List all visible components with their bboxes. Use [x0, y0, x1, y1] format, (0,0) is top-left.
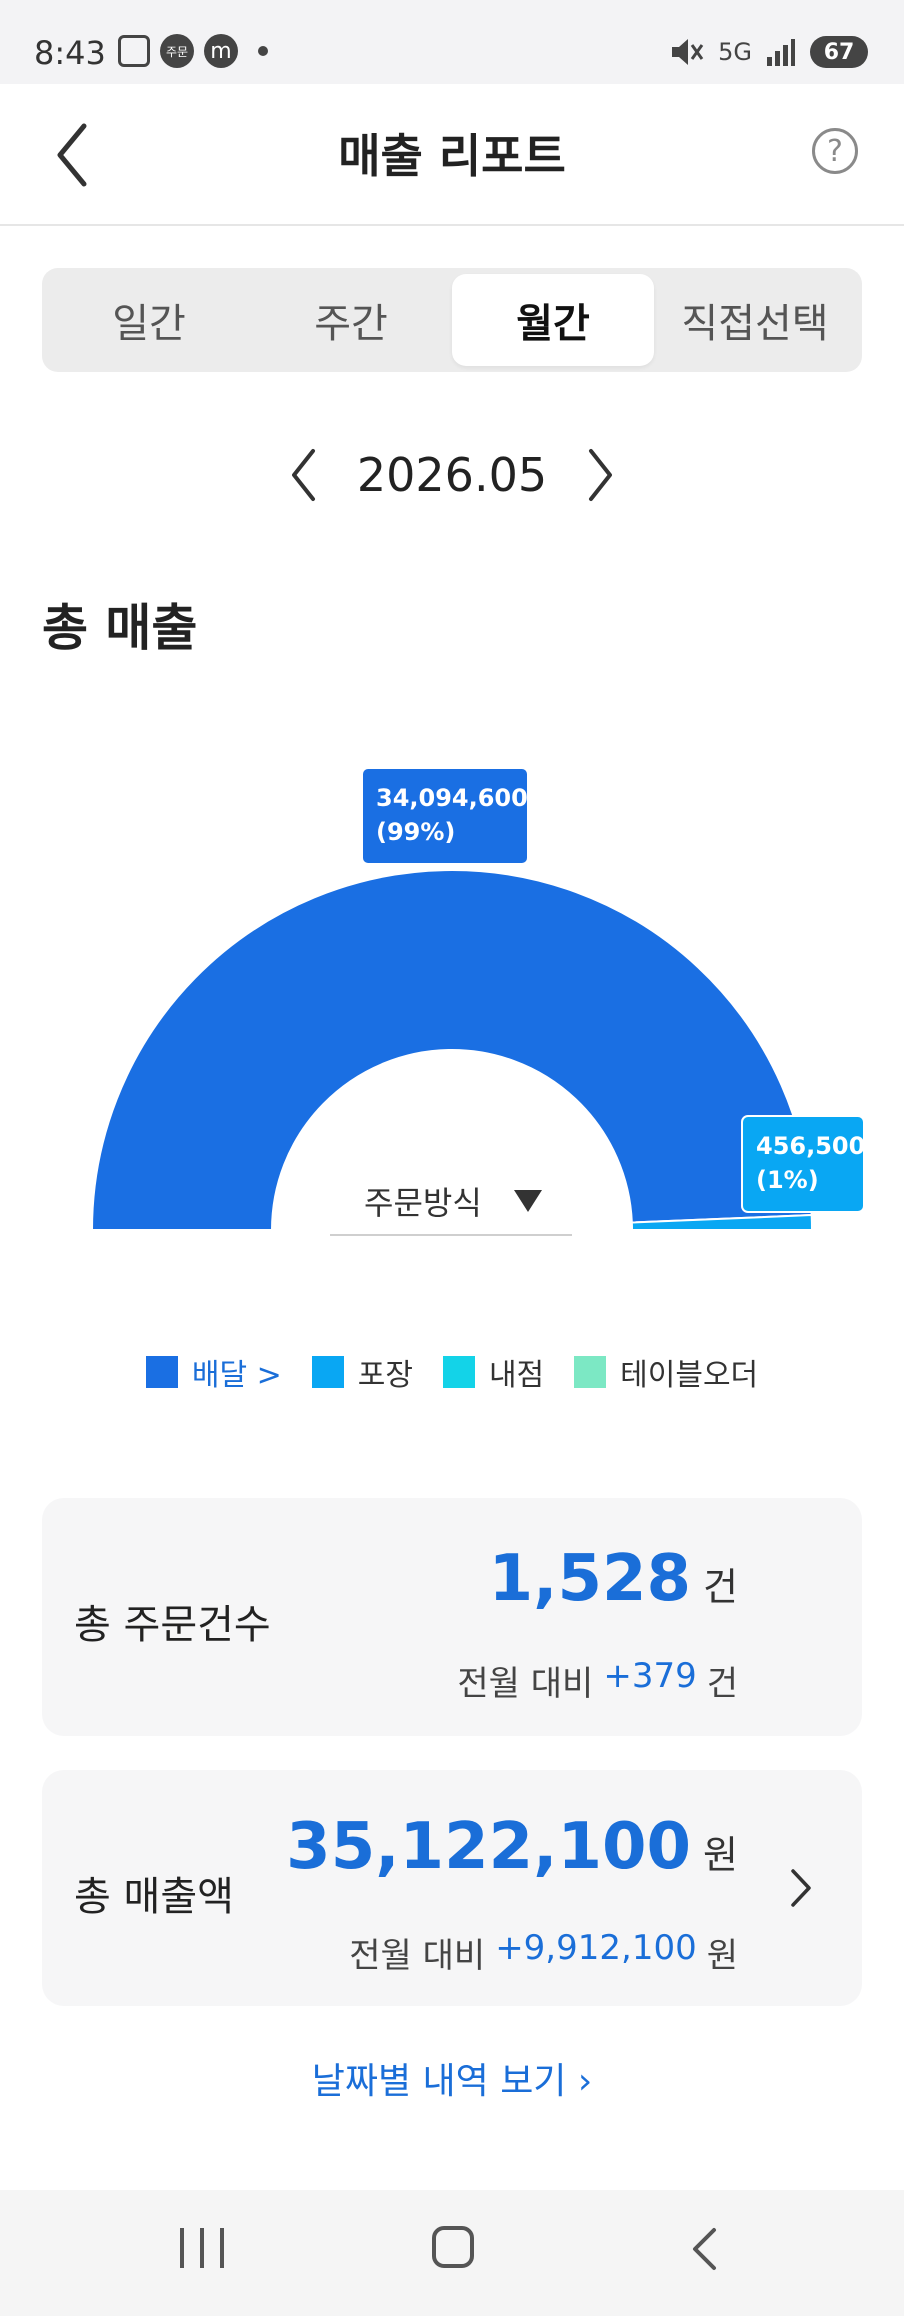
legend-label: 내점	[488, 1358, 545, 1393]
status-system-icons: 5G 67	[670, 36, 868, 68]
tab-daily[interactable]: 일간	[48, 274, 250, 366]
orders-compare-label: 전월 대비	[457, 1664, 594, 1704]
status-bar: 8:43 주문 m 5G 67	[0, 0, 904, 84]
chart-data-label-percent: (99%)	[376, 818, 455, 846]
legend-item-dine-in: 내점	[442, 1350, 545, 1394]
legend-swatch	[442, 1356, 475, 1388]
status-notification-icons: 주문 m	[118, 34, 268, 68]
legend-label: 배달 >	[191, 1358, 282, 1393]
screenshot-icon	[118, 35, 150, 67]
system-back-icon[interactable]	[690, 2226, 718, 2272]
period-selector: 2026.05	[0, 440, 904, 510]
legend-item-delivery[interactable]: 배달 >	[145, 1350, 282, 1394]
orders-delta: +379	[603, 1656, 697, 1696]
orders-delta-unit: 건	[706, 1664, 738, 1704]
more-notifications-icon	[258, 46, 268, 56]
legend-swatch	[311, 1356, 344, 1388]
sales-compare: 전월 대비 +9,912,100 원	[349, 1928, 738, 1977]
tab-custom[interactable]: 직접선택	[654, 274, 856, 366]
mute-icon	[672, 39, 704, 65]
chart-data-label-box	[741, 1115, 865, 1213]
network-type: 5G	[718, 38, 752, 66]
legend-item-takeout: 포장	[311, 1350, 413, 1394]
total-sales-card[interactable]: 총 매출액 35,122,100 원 전월 대비 +9,912,100 원	[42, 1770, 862, 2006]
total-sales-unit: 원	[703, 1833, 738, 1877]
orders-compare: 전월 대비 +379 건	[457, 1656, 738, 1705]
tab-weekly[interactable]: 주간	[250, 274, 452, 366]
legend-swatch	[145, 1356, 178, 1388]
status-time: 8:43	[34, 34, 106, 72]
total-orders-label: 총 주문건수	[74, 1602, 271, 1648]
chart-legend: 배달 > 포장 내점 테이블오더	[0, 1350, 904, 1394]
total-orders-value-row: 1,528 건	[489, 1542, 738, 1616]
battery-icon: 67	[810, 36, 868, 68]
caret-down-icon	[514, 1190, 542, 1212]
system-nav-bar	[0, 2190, 904, 2316]
legend-item-table-order: 테이블오더	[574, 1350, 758, 1394]
chart-data-label-value: 456,500	[756, 1132, 865, 1160]
chart-data-label-value: 34,094,600	[376, 784, 528, 812]
signal-icon	[767, 39, 795, 66]
recents-icon[interactable]	[180, 2228, 224, 2268]
legend-label: 포장	[357, 1358, 413, 1393]
chart-data-label-box	[361, 767, 529, 865]
help-icon[interactable]: ?	[812, 128, 858, 174]
app-header: 매출 리포트 ?	[0, 84, 904, 226]
chart-data-label-1: 456,500 (1%)	[741, 1115, 865, 1213]
sales-delta-unit: 원	[706, 1936, 738, 1976]
order-app-icon: 주문	[160, 34, 194, 68]
sales-delta: +9,912,100	[495, 1928, 697, 1968]
m-app-icon: m	[204, 34, 238, 68]
next-period-icon[interactable]	[587, 448, 615, 502]
home-icon[interactable]	[432, 2226, 474, 2268]
tab-monthly[interactable]: 월간	[452, 274, 654, 366]
total-orders-value: 1,528	[488, 1542, 692, 1616]
total-orders-card: 총 주문건수 1,528 건 전월 대비 +379 건	[42, 1498, 862, 1736]
sales-compare-label: 전월 대비	[349, 1936, 486, 1976]
chevron-right-icon[interactable]	[790, 1868, 812, 1908]
section-title: 총 매출	[42, 599, 198, 657]
daily-history-link[interactable]: 날짜별 내역 보기 ›	[0, 2052, 904, 2104]
total-sales-value-row: 35,122,100 원	[286, 1810, 738, 1884]
chart-data-label-percent: (1%)	[756, 1166, 819, 1194]
order-type-dropdown[interactable]: 주문방식	[330, 1168, 572, 1236]
total-orders-unit: 건	[703, 1565, 738, 1609]
chart-data-label-0: 34,094,600 (99%)	[361, 767, 529, 865]
legend-swatch	[574, 1356, 607, 1388]
prev-period-icon[interactable]	[289, 448, 317, 502]
page-title: 매출 리포트	[338, 129, 566, 183]
period-tabs: 일간 주간 월간 직접선택	[42, 268, 862, 372]
total-sales-value: 35,122,100	[286, 1810, 692, 1884]
total-sales-label: 총 매출액	[74, 1874, 234, 1920]
dropdown-selected: 주문방식	[364, 1184, 482, 1222]
legend-label: 테이블오더	[620, 1358, 759, 1393]
period-label: 2026.05	[356, 448, 548, 502]
